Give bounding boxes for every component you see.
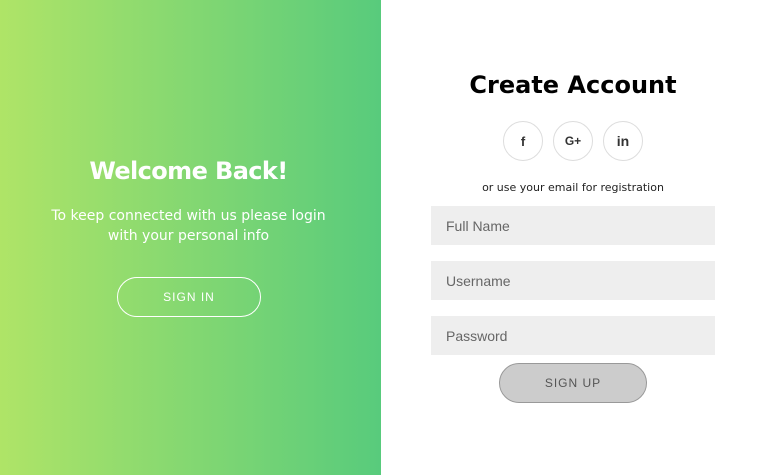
facebook-button[interactable]: f bbox=[503, 121, 543, 161]
signup-panel: Create Account f G+ in or use your email… bbox=[381, 0, 765, 475]
linkedin-icon: in bbox=[616, 133, 630, 149]
password-input[interactable] bbox=[431, 316, 715, 355]
welcome-text: To keep connected with us please login w… bbox=[51, 208, 326, 244]
email-registration-note: or use your email for registration bbox=[482, 181, 664, 194]
sign-in-label: SIGN IN bbox=[163, 290, 215, 304]
create-account-title: Create Account bbox=[469, 71, 677, 99]
google-plus-button[interactable]: G+ bbox=[553, 121, 593, 161]
google-plus-icon: G+ bbox=[564, 134, 582, 148]
auth-container: Welcome Back! To keep connected with us … bbox=[0, 0, 765, 475]
social-buttons: f G+ in bbox=[503, 121, 643, 161]
sign-up-button[interactable]: SIGN UP bbox=[499, 363, 647, 403]
linkedin-button[interactable]: in bbox=[603, 121, 643, 161]
welcome-title: Welcome Back! bbox=[89, 157, 288, 185]
full-name-input[interactable] bbox=[431, 206, 715, 245]
sign-in-button[interactable]: SIGN IN bbox=[117, 277, 261, 317]
facebook-icon: f bbox=[520, 133, 526, 149]
welcome-panel: Welcome Back! To keep connected with us … bbox=[0, 0, 381, 475]
username-input[interactable] bbox=[431, 261, 715, 300]
sign-up-label: SIGN UP bbox=[544, 376, 602, 390]
